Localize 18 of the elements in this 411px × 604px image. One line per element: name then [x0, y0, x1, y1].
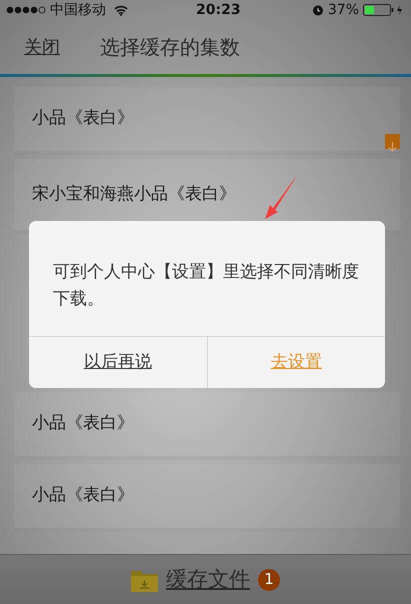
- battery-icon: [363, 4, 405, 16]
- wifi-icon: [114, 4, 128, 16]
- close-button[interactable]: 关闭: [24, 34, 60, 60]
- episode-title: 小品《表白》: [32, 412, 134, 436]
- episode-title: 小品《表白》: [32, 484, 134, 508]
- alarm-icon: [312, 4, 324, 16]
- episode-row[interactable]: 小品《表白》: [14, 87, 400, 155]
- episode-title: 小品《表白》: [32, 107, 134, 130]
- signal-icon: [6, 6, 46, 14]
- clock-time: 20:23: [196, 0, 241, 20]
- episode-title: 宋小宝和海燕小品《表白》: [32, 182, 236, 206]
- count-badge: 1: [258, 568, 280, 590]
- episode-row[interactable]: 小品《表白》: [14, 464, 400, 532]
- battery-percent: 37%: [328, 0, 359, 20]
- dialog-message: 可到个人中心【设置】里选择不同清晰度下载。: [52, 261, 360, 312]
- carrier-name: 中国移动: [50, 0, 106, 20]
- episode-row[interactable]: 小品《表白》: [14, 392, 400, 460]
- page-title: 选择缓存的集数: [100, 34, 240, 61]
